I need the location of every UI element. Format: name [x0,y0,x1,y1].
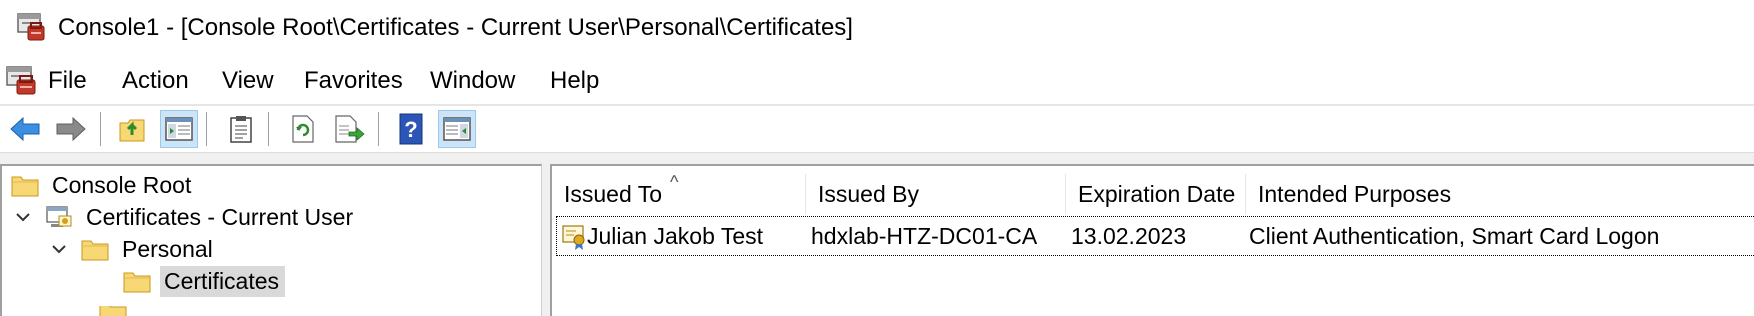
refresh-button[interactable] [284,110,322,148]
show-hide-console-tree-button[interactable] [160,110,198,148]
forward-button[interactable] [52,110,90,148]
help-button[interactable]: ? [392,110,430,148]
column-header-issued-to[interactable]: Issued To ^ [552,172,806,214]
certificate-store-icon [46,206,72,227]
toolbar-separator [378,112,380,146]
tree-item-partial[interactable] [98,306,136,316]
mmc-console-icon[interactable] [4,64,38,96]
cell-intended-purposes: Client Authentication, Smart Card Logon [1249,223,1660,249]
table-row[interactable]: Julian Jakob Test hdxlab-HTZ-DC01-CA 13.… [556,216,1754,256]
title-bar: Console1 - [Console Root\Certificates - … [0,0,1754,56]
show-hide-action-pane-icon [443,117,471,141]
toolbar-separator [206,112,208,146]
tree-item-certificates-current-user[interactable]: Certificates - Current User [12,200,359,234]
folder-icon [11,176,39,197]
menu-bar: File Action View Favorites Window Help [0,60,1754,102]
folder-icon [123,272,151,293]
toolbar: ? [0,106,1754,152]
menu-help[interactable]: Help [548,66,601,96]
toolbar-separator [100,112,102,146]
tree-item-certificates[interactable]: Certificates [122,264,286,298]
column-header-intended-purposes[interactable]: Intended Purposes [1246,174,1754,214]
mmc-console-icon [17,13,45,41]
certificate-icon [562,225,585,250]
column-header-label: Expiration Date [1078,181,1236,207]
sort-ascending-icon: ^ [670,172,679,192]
forward-arrow-icon [56,116,86,142]
tree-item-label: Personal [122,235,213,262]
menu-favorites[interactable]: Favorites [302,66,405,96]
tree-item-label: Console Root [52,171,192,198]
up-folder-icon [119,119,145,142]
column-header-expiration-date[interactable]: Expiration Date [1066,174,1246,214]
menu-window[interactable]: Window [428,66,517,96]
refresh-icon [292,115,314,143]
menu-file[interactable]: File [46,66,89,96]
console-tree: Console Root Certificates - Current User… [0,164,542,316]
toolbar-divider [0,152,1754,164]
back-button[interactable] [6,110,44,148]
back-arrow-icon [10,116,40,142]
chevron-down-icon[interactable] [48,238,70,260]
cell-issued-to: Julian Jakob Test [587,223,764,249]
column-header-label: Issued By [818,181,919,207]
column-header-label: Issued To [564,181,663,207]
tree-item-label: Certificates [160,265,286,297]
menu-view[interactable]: View [220,66,276,96]
tree-item-personal[interactable]: Personal [48,232,219,266]
up-one-level-button[interactable] [114,110,152,148]
folder-icon [99,306,127,316]
show-hide-console-tree-icon [165,117,193,141]
tree-item-label: Certificates - Current User [86,203,354,230]
column-header-label: Intended Purposes [1258,181,1452,207]
tree-item-console-root[interactable]: Console Root [10,168,197,202]
help-icon: ? [399,113,423,145]
export-list-button[interactable] [330,110,368,148]
column-header-issued-by[interactable]: Issued By [806,174,1066,214]
cell-expiration-date: 13.02.2023 [1071,223,1187,249]
toolbar-separator [268,112,270,146]
show-hide-action-pane-button[interactable] [438,110,476,148]
svg-text:?: ? [404,117,417,142]
window-title: Console1 - [Console Root\Certificates - … [58,14,853,41]
certificate-list: Issued To ^ Issued By Expiration Date In… [550,164,1754,316]
folder-icon [81,240,109,261]
clipboard-icon [230,116,252,143]
clipboard-button[interactable] [222,110,260,148]
pane-splitter[interactable] [542,164,550,316]
cell-issued-by: hdxlab-HTZ-DC01-CA [811,223,1038,249]
menu-action[interactable]: Action [120,66,191,96]
chevron-down-icon[interactable] [12,206,34,228]
export-list-icon [335,115,365,143]
